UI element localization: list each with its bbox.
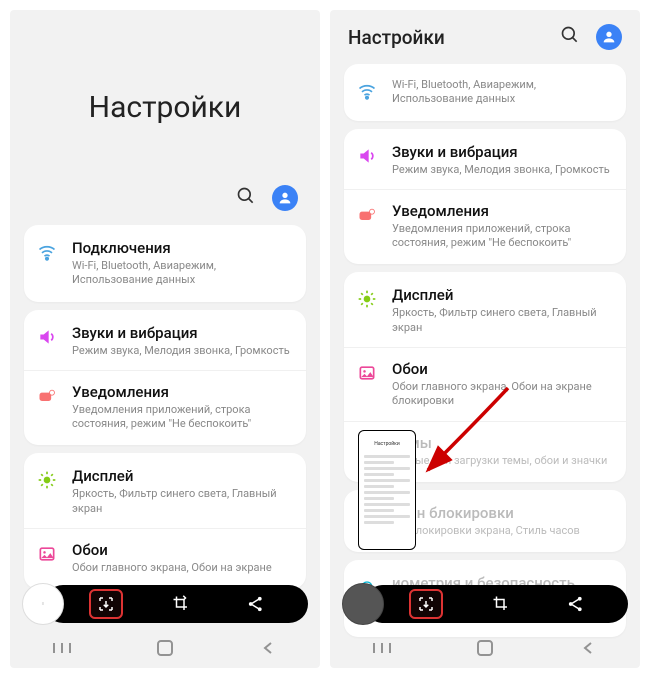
list-item[interactable]: Дисплей Яркость, Фильтр синего света, Гл… [344, 274, 626, 347]
share-button[interactable] [559, 589, 593, 619]
sound-icon [36, 326, 58, 348]
item-subtitle: Wi-Fi, Bluetooth, Авиарежим, Использован… [72, 259, 294, 288]
page-title: Настройки [348, 26, 560, 49]
item-text: Дисплей Яркость, Фильтр синего света, Гл… [72, 467, 294, 516]
item-title: Обои [72, 541, 294, 559]
search-icon[interactable] [560, 25, 580, 49]
search-icon[interactable] [236, 186, 256, 210]
item-subtitle: Яркость, Фильтр синего света, Главный эк… [72, 487, 294, 516]
list-item[interactable]: Уведомления Уведомления приложений, стро… [344, 189, 626, 263]
home-button[interactable] [135, 633, 195, 663]
item-text: Обои Обои главного экрана, Обои на экран… [72, 541, 294, 575]
item-title: Дисплей [392, 286, 614, 304]
item-title: Звуки и вибрация [72, 324, 294, 342]
settings-card: Звуки и вибрация Режим звука, Мелодия зв… [344, 129, 626, 265]
list-item[interactable]: Уведомления Уведомления приложений, стро… [24, 370, 306, 444]
screenshot-thumbnail[interactable]: ≡ [22, 583, 64, 625]
list-item[interactable]: Подключения Wi-Fi, Bluetooth, Авиарежим,… [24, 227, 306, 300]
item-title: кран блокировки [392, 504, 614, 522]
list-item[interactable]: Звуки и вибрация Режим звука, Мелодия зв… [344, 131, 626, 189]
item-text: Дисплей Яркость, Фильтр синего света, Гл… [392, 286, 614, 335]
android-navbar [330, 628, 640, 668]
settings-card: Звуки и вибрация Режим звука, Мелодия зв… [24, 310, 306, 446]
scroll-capture-button[interactable] [89, 589, 123, 619]
header: Настройки [330, 10, 640, 64]
header-actions [10, 175, 320, 225]
phone-right: Настройки Wi-Fi, Bluetooth, Авиарежим, И… [330, 10, 640, 668]
wallpaper-icon [36, 543, 58, 565]
avatar[interactable] [272, 185, 298, 211]
settings-list: Wi-Fi, Bluetooth, Авиарежим, Использован… [330, 64, 640, 668]
item-text: кран блокировки —п блокировки экрана, Ст… [392, 504, 614, 538]
item-text: Уведомления Уведомления приложений, стро… [392, 202, 614, 251]
settings-card: Подключения Wi-Fi, Bluetooth, Авиарежим,… [24, 225, 306, 302]
item-text: Уведомления Уведомления приложений, стро… [72, 383, 294, 432]
item-subtitle: —п блокировки экрана, Стиль часов [392, 524, 614, 538]
page-title: Настройки [10, 10, 320, 175]
home-button[interactable] [455, 633, 515, 663]
display-icon [356, 288, 378, 310]
wallpaper-icon [356, 362, 378, 384]
avatar[interactable] [596, 24, 622, 50]
item-title: Обои [392, 360, 614, 378]
crop-button[interactable] [484, 589, 518, 619]
recents-button[interactable] [32, 633, 92, 663]
item-subtitle: Уведомления приложений, строка состояния… [392, 222, 614, 251]
crop-button[interactable] [164, 589, 198, 619]
wifi-icon [36, 241, 58, 263]
list-item[interactable]: Дисплей Яркость, Фильтр синего света, Гл… [24, 455, 306, 528]
item-text: Звуки и вибрация Режим звука, Мелодия зв… [72, 324, 294, 358]
recents-button[interactable] [352, 633, 412, 663]
list-item[interactable]: Обои Обои главного экрана, Обои на экран… [24, 528, 306, 587]
back-button[interactable] [558, 633, 618, 663]
screenshot-toolbar: ≡ [22, 582, 308, 626]
android-navbar [10, 628, 320, 668]
item-title: Дисплей [72, 467, 294, 485]
item-title: Уведомления [392, 202, 614, 220]
item-title: Уведомления [72, 383, 294, 401]
back-button[interactable] [238, 633, 298, 663]
toolbar-pill [364, 585, 628, 623]
sound-icon [356, 145, 378, 167]
toolbar-pill [44, 585, 308, 623]
wifi-icon [356, 80, 378, 102]
item-subtitle: Режим звука, Мелодия звонка, Громкость [72, 344, 294, 358]
item-subtitle: Яркость, Фильтр синего света, Главный эк… [392, 306, 614, 335]
item-text: Звуки и вибрация Режим звука, Мелодия зв… [392, 143, 614, 177]
item-subtitle: Обои главного экрана, Обои на экране [72, 561, 294, 575]
scroll-capture-button[interactable] [409, 589, 443, 619]
item-subtitle: Режим звука, Мелодия звонка, Громкость [392, 163, 614, 177]
settings-card: Дисплей Яркость, Фильтр синего света, Гл… [24, 453, 306, 589]
item-text: Подключения Wi-Fi, Bluetooth, Авиарежим,… [72, 239, 294, 288]
item-subtitle: Уведомления приложений, строка состояния… [72, 403, 294, 432]
annotation-arrow [408, 380, 518, 490]
screenshot-toolbar [342, 582, 628, 626]
list-item[interactable]: Звуки и вибрация Режим звука, Мелодия зв… [24, 312, 306, 370]
display-icon [36, 469, 58, 491]
list-item[interactable]: Wi-Fi, Bluetooth, Авиарежим, Использован… [344, 66, 626, 119]
item-text: Wi-Fi, Bluetooth, Авиарежим, Использован… [392, 78, 614, 107]
item-title: Звуки и вибрация [392, 143, 614, 161]
screenshot-thumbnail[interactable] [342, 583, 384, 625]
notif-icon [356, 204, 378, 226]
share-button[interactable] [239, 589, 273, 619]
preview-title: Настройки [362, 441, 412, 447]
phone-left: Настройки Подключения Wi-Fi, Bluetooth, … [10, 10, 320, 668]
notif-icon [36, 385, 58, 407]
settings-card: Wi-Fi, Bluetooth, Авиарежим, Использован… [344, 64, 626, 121]
item-title: Подключения [72, 239, 294, 257]
item-subtitle: Wi-Fi, Bluetooth, Авиарежим, Использован… [392, 78, 614, 107]
